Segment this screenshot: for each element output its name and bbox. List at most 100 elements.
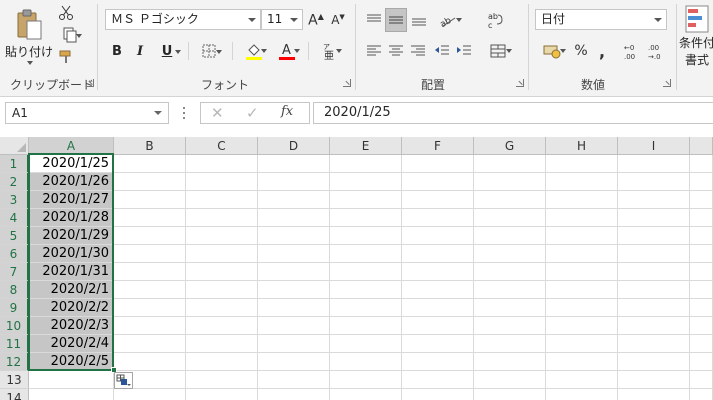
cell-h8[interactable] xyxy=(546,281,618,299)
cell-c4[interactable] xyxy=(186,209,258,227)
cell-overflow[interactable] xyxy=(690,353,713,371)
underline-button[interactable]: U xyxy=(152,41,182,61)
row-header-7[interactable]: 7 xyxy=(0,263,29,281)
percent-style-button[interactable]: % xyxy=(571,41,591,61)
cell-g8[interactable] xyxy=(474,281,546,299)
cell-d3[interactable] xyxy=(258,191,330,209)
decrease-decimal-button[interactable]: .00 →.0 xyxy=(646,40,668,62)
decrease-indent-button[interactable] xyxy=(432,41,452,61)
cell-a6[interactable]: 2020/1/30 xyxy=(29,245,114,263)
cell-c1[interactable] xyxy=(186,155,258,173)
cell-h6[interactable] xyxy=(546,245,618,263)
cell-c11[interactable] xyxy=(186,335,258,353)
decrease-font-button[interactable]: A▼ xyxy=(328,10,348,30)
cell-g4[interactable] xyxy=(474,209,546,227)
cell-g9[interactable] xyxy=(474,299,546,317)
cell-h7[interactable] xyxy=(546,263,618,281)
cell-g11[interactable] xyxy=(474,335,546,353)
cell-a9[interactable]: 2020/2/2 xyxy=(29,299,114,317)
cell-i10[interactable] xyxy=(618,317,690,335)
italic-button[interactable]: I xyxy=(131,41,149,61)
cell-e9[interactable] xyxy=(330,299,402,317)
cell-overflow[interactable] xyxy=(690,245,713,263)
align-left-button[interactable] xyxy=(364,41,384,61)
cell-e10[interactable] xyxy=(330,317,402,335)
cell-f1[interactable] xyxy=(402,155,474,173)
cell-overflow[interactable] xyxy=(690,263,713,281)
cell-e3[interactable] xyxy=(330,191,402,209)
cell-d11[interactable] xyxy=(258,335,330,353)
cell-f12[interactable] xyxy=(402,353,474,371)
cell-overflow[interactable] xyxy=(690,155,713,173)
cell-f13[interactable] xyxy=(402,371,474,389)
number-format-combo[interactable]: 日付 xyxy=(535,9,667,30)
cell-c6[interactable] xyxy=(186,245,258,263)
cell-e8[interactable] xyxy=(330,281,402,299)
cell-f9[interactable] xyxy=(402,299,474,317)
cell-i5[interactable] xyxy=(618,227,690,245)
align-middle-button[interactable] xyxy=(385,8,407,32)
bold-button[interactable]: B xyxy=(108,41,126,61)
cell-e11[interactable] xyxy=(330,335,402,353)
cell-b14[interactable] xyxy=(114,389,186,400)
cell-c12[interactable] xyxy=(186,353,258,371)
cell-g12[interactable] xyxy=(474,353,546,371)
cell-f4[interactable] xyxy=(402,209,474,227)
accounting-format-button[interactable] xyxy=(536,40,568,62)
cell-b10[interactable] xyxy=(114,317,186,335)
enter-icon[interactable]: ✓ xyxy=(246,104,259,122)
cut-button[interactable] xyxy=(56,4,76,22)
cell-b9[interactable] xyxy=(114,299,186,317)
row-header-8[interactable]: 8 xyxy=(0,281,29,299)
cell-h14[interactable] xyxy=(546,389,618,400)
cell-b7[interactable] xyxy=(114,263,186,281)
cell-overflow[interactable] xyxy=(690,191,713,209)
cell-c13[interactable] xyxy=(186,371,258,389)
cell-e5[interactable] xyxy=(330,227,402,245)
font-color-button[interactable]: A xyxy=(272,40,302,62)
comma-style-button[interactable]: , xyxy=(593,41,611,61)
cell-h5[interactable] xyxy=(546,227,618,245)
column-header-overflow[interactable] xyxy=(690,137,713,155)
row-header-14[interactable]: 14 xyxy=(0,389,29,400)
column-header-i[interactable]: I xyxy=(618,137,690,155)
font-launcher-icon[interactable] xyxy=(343,79,351,87)
cell-i12[interactable] xyxy=(618,353,690,371)
cell-b5[interactable] xyxy=(114,227,186,245)
column-header-a[interactable]: A xyxy=(29,137,114,155)
cell-f3[interactable] xyxy=(402,191,474,209)
row-header-5[interactable]: 5 xyxy=(0,227,29,245)
cell-a14[interactable] xyxy=(29,389,114,400)
cell-b4[interactable] xyxy=(114,209,186,227)
cell-b6[interactable] xyxy=(114,245,186,263)
cell-d9[interactable] xyxy=(258,299,330,317)
cell-d10[interactable] xyxy=(258,317,330,335)
row-header-10[interactable]: 10 xyxy=(0,317,29,335)
cell-d2[interactable] xyxy=(258,173,330,191)
cell-d6[interactable] xyxy=(258,245,330,263)
cell-i4[interactable] xyxy=(618,209,690,227)
cell-e13[interactable] xyxy=(330,371,402,389)
cell-g2[interactable] xyxy=(474,173,546,191)
column-header-h[interactable]: H xyxy=(546,137,618,155)
cell-i13[interactable] xyxy=(618,371,690,389)
cell-h10[interactable] xyxy=(546,317,618,335)
cell-g3[interactable] xyxy=(474,191,546,209)
row-header-3[interactable]: 3 xyxy=(0,191,29,209)
conditional-formatting-button[interactable]: 条件付 書式 xyxy=(679,4,713,74)
cell-a7[interactable]: 2020/1/31 xyxy=(29,263,114,281)
cell-a3[interactable]: 2020/1/27 xyxy=(29,191,114,209)
cell-f5[interactable] xyxy=(402,227,474,245)
cell-g5[interactable] xyxy=(474,227,546,245)
cell-e4[interactable] xyxy=(330,209,402,227)
cell-d12[interactable] xyxy=(258,353,330,371)
row-header-6[interactable]: 6 xyxy=(0,245,29,263)
cell-g6[interactable] xyxy=(474,245,546,263)
borders-button[interactable] xyxy=(194,41,224,61)
name-box[interactable]: A1 xyxy=(5,102,169,124)
cell-a1[interactable]: 2020/1/25 xyxy=(29,155,114,173)
cell-f2[interactable] xyxy=(402,173,474,191)
column-header-e[interactable]: E xyxy=(330,137,402,155)
cell-c8[interactable] xyxy=(186,281,258,299)
row-header-2[interactable]: 2 xyxy=(0,173,29,191)
